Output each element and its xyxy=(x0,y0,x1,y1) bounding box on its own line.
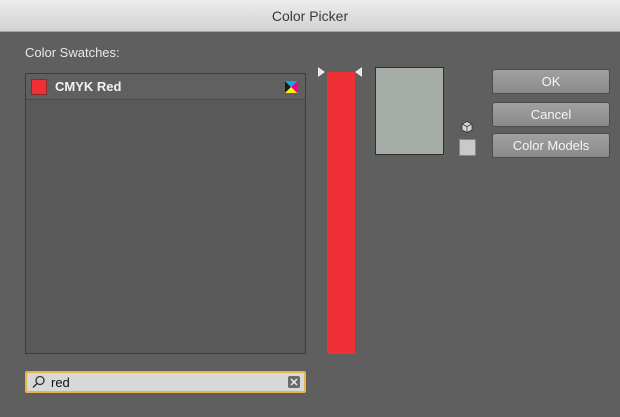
swatches-label: Color Swatches: xyxy=(25,45,120,60)
clear-icon[interactable] xyxy=(288,376,300,388)
hue-slider-left-marker[interactable] xyxy=(318,67,325,77)
color-models-button[interactable]: Color Models xyxy=(492,133,610,158)
search-icon xyxy=(32,375,45,389)
swatch-color-chip xyxy=(31,79,47,95)
swatch-list[interactable]: CMYK Red xyxy=(25,73,306,354)
window-title: Color Picker xyxy=(271,7,349,24)
hue-slider[interactable] xyxy=(327,72,355,354)
swatch-name: CMYK Red xyxy=(55,79,122,94)
color-preview xyxy=(375,67,444,155)
swatch-item[interactable]: CMYK Red xyxy=(26,74,305,100)
hue-slider-right-marker[interactable] xyxy=(355,67,362,77)
gamut-color-swatch[interactable] xyxy=(459,139,476,156)
search-input[interactable] xyxy=(51,374,271,390)
window-titlebar: Color Picker xyxy=(0,0,620,32)
ok-button[interactable]: OK xyxy=(492,69,610,94)
search-field[interactable] xyxy=(25,371,306,393)
cancel-button[interactable]: Cancel xyxy=(492,102,610,127)
gamut-warning-icon[interactable] xyxy=(461,121,473,133)
cmyk-icon xyxy=(285,81,297,93)
